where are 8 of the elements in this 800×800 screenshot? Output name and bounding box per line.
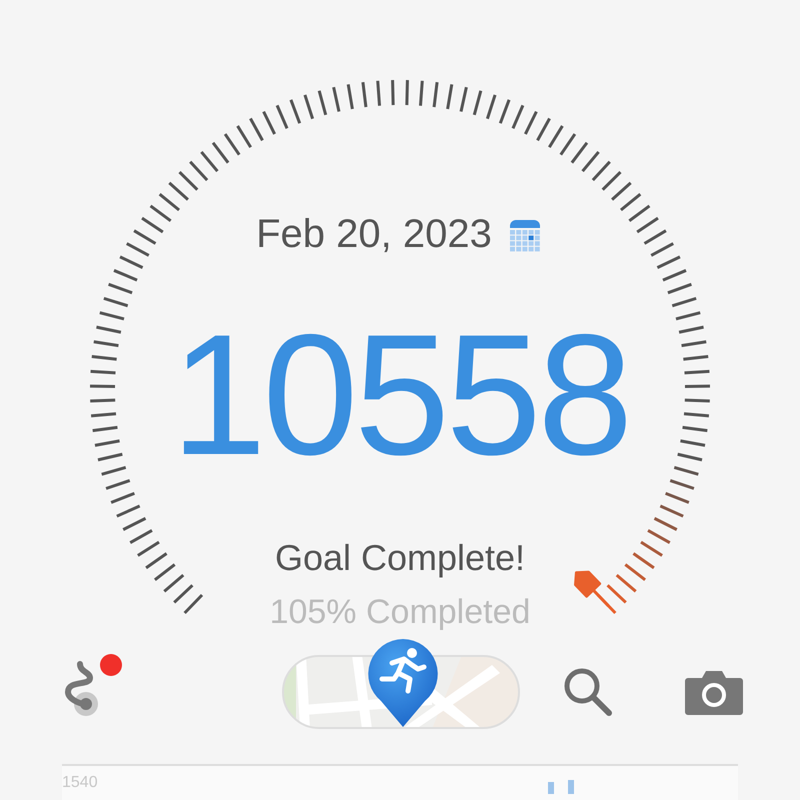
step-count: 10558 [170, 309, 630, 481]
camera-icon [684, 668, 744, 716]
gauge-end-marker [574, 570, 610, 608]
date-label: Feb 20, 2023 [256, 212, 492, 257]
camera-button[interactable] [684, 668, 744, 716]
goal-status: Goal Complete! [274, 537, 526, 579]
completion-label: 105% Completed [270, 593, 530, 632]
runner-pin-icon[interactable] [366, 637, 440, 729]
